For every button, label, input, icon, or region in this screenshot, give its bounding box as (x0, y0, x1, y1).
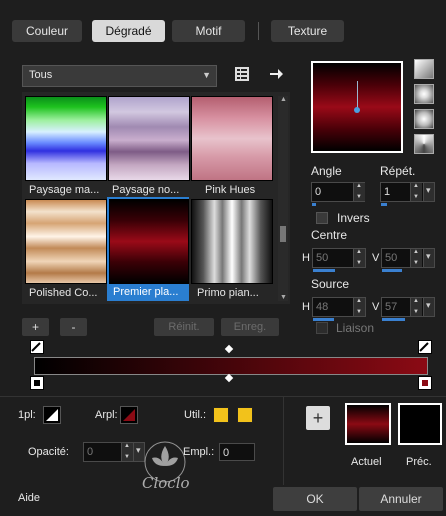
source-h-slider[interactable] (313, 318, 334, 321)
previous-label: Préc. (406, 456, 432, 468)
centre-v-slider[interactable] (382, 269, 402, 272)
gradient-bar[interactable] (34, 357, 428, 375)
linear-style-button[interactable] (414, 59, 434, 79)
arpl-label: Arpl: (95, 409, 118, 421)
source-v-slider[interactable] (382, 318, 405, 321)
category-dropdown[interactable]: Tous ▼ (22, 65, 217, 87)
opacity-stop-left[interactable] (30, 340, 44, 354)
source-label: Source (311, 277, 350, 291)
tab-separator (258, 22, 259, 40)
reset-button[interactable]: Réinit. (154, 318, 214, 336)
preset-label: Paysage ma... (29, 184, 100, 196)
gradient-editor[interactable] (30, 338, 432, 390)
preset-label: Polished Co... (29, 287, 98, 299)
current-gradient-swatch[interactable] (345, 403, 391, 445)
angle-stepper[interactable] (353, 183, 365, 201)
tab-couleur[interactable]: Couleur (12, 20, 82, 42)
watermark-text: Cloclo (142, 474, 190, 492)
util-label: Util.: (184, 409, 206, 421)
list-view-icon[interactable] (234, 66, 250, 82)
angle-handle-line (357, 81, 358, 109)
tab-motif[interactable]: Motif (172, 20, 245, 42)
link-label: Liaison (336, 321, 375, 335)
tab-degrade[interactable]: Dégradé (92, 20, 165, 42)
tab-texture[interactable]: Texture (271, 20, 344, 42)
repeat-stepper[interactable] (410, 183, 422, 201)
chevron-down-icon: ▼ (202, 70, 211, 80)
cancel-button[interactable]: Annuler (359, 487, 443, 511)
source-h-stepper[interactable] (353, 298, 365, 316)
add-swatch-button[interactable]: + (306, 406, 330, 430)
preset-item[interactable]: Primo pian... (191, 199, 273, 299)
previous-gradient-swatch[interactable] (398, 403, 442, 445)
color-stop-right[interactable] (418, 376, 432, 390)
arpl-swatch[interactable] (120, 406, 138, 424)
invert-label: Invers (337, 211, 370, 225)
source-h-label: H (302, 301, 310, 313)
foreground-color-swatch[interactable] (213, 407, 229, 423)
remove-preset-button[interactable]: - (60, 318, 87, 336)
preset-label: Pink Hues (205, 184, 256, 196)
scrollbar-thumb[interactable] (280, 226, 286, 242)
centre-v-stepper[interactable] (410, 249, 422, 267)
ok-button[interactable]: OK (273, 487, 357, 511)
repeat-label: Répét. (380, 164, 416, 178)
angle-handle[interactable] (354, 107, 360, 113)
pl-label: 1pl: (18, 409, 36, 421)
save-preset-button[interactable]: Enreg. (221, 318, 279, 336)
chevron-up-icon[interactable]: ▲ (280, 96, 287, 103)
color-stop-left[interactable] (30, 376, 44, 390)
category-value: Tous (29, 69, 53, 81)
chevron-down-icon[interactable]: ▼ (280, 294, 287, 301)
source-v-label: V (372, 301, 380, 313)
centre-h-slider[interactable] (313, 269, 335, 272)
preset-item-selected[interactable]: Premier pla... (107, 197, 189, 301)
centre-v-dropdown[interactable] (423, 248, 435, 268)
preset-label: Primo pian... (197, 287, 259, 299)
rectangular-style-button[interactable] (414, 84, 434, 104)
background-color-swatch[interactable] (237, 407, 253, 423)
preset-item[interactable]: Paysage no... (108, 96, 190, 196)
centre-h-stepper[interactable] (353, 249, 365, 267)
preset-thumbnail (108, 96, 190, 181)
preset-item[interactable]: Polished Co... (25, 199, 107, 299)
bottom-right-panel (283, 397, 284, 485)
invert-checkbox[interactable] (316, 212, 328, 224)
sunburst-style-button[interactable] (414, 109, 434, 129)
pl-swatch[interactable] (43, 406, 61, 424)
opacity-label: Opacité: (28, 446, 69, 458)
angle-slider[interactable] (312, 203, 316, 206)
repeat-slider[interactable] (381, 203, 387, 206)
preset-thumbnail (191, 199, 273, 284)
location-input[interactable]: 0 (219, 443, 255, 461)
source-v-stepper[interactable] (410, 298, 422, 316)
centre-label: Centre (311, 228, 348, 242)
preset-label: Paysage no... (112, 184, 180, 196)
preset-thumbnail (25, 96, 107, 181)
preset-item[interactable]: Pink Hues (191, 96, 273, 196)
centre-h-label: H (302, 252, 310, 264)
arrow-right-icon[interactable] (268, 66, 284, 82)
preset-thumbnail (191, 96, 273, 181)
add-preset-button[interactable]: + (22, 318, 49, 336)
watermark-logo: Cloclo (132, 440, 202, 496)
color-midpoint[interactable] (224, 373, 234, 383)
preset-label: Premier pla... (113, 286, 179, 298)
repeat-dropdown[interactable] (423, 182, 435, 202)
preset-thumbnail (109, 199, 189, 284)
preset-item[interactable]: Paysage ma... (25, 96, 107, 196)
divider (0, 396, 446, 397)
link-checkbox[interactable] (316, 322, 328, 334)
opacity-midpoint[interactable] (224, 344, 234, 354)
gradient-preview[interactable] (311, 61, 403, 153)
preset-thumbnail (25, 199, 107, 284)
current-label: Actuel (351, 456, 382, 468)
angle-label: Angle (311, 164, 342, 178)
opacity-stop-right[interactable] (418, 340, 432, 354)
source-v-dropdown[interactable] (423, 297, 435, 317)
help-link[interactable]: Aide (18, 492, 40, 504)
centre-v-label: V (372, 252, 380, 264)
gallery-scrollbar[interactable]: ▲ ▼ (278, 96, 288, 301)
radial-style-button[interactable] (414, 134, 434, 154)
